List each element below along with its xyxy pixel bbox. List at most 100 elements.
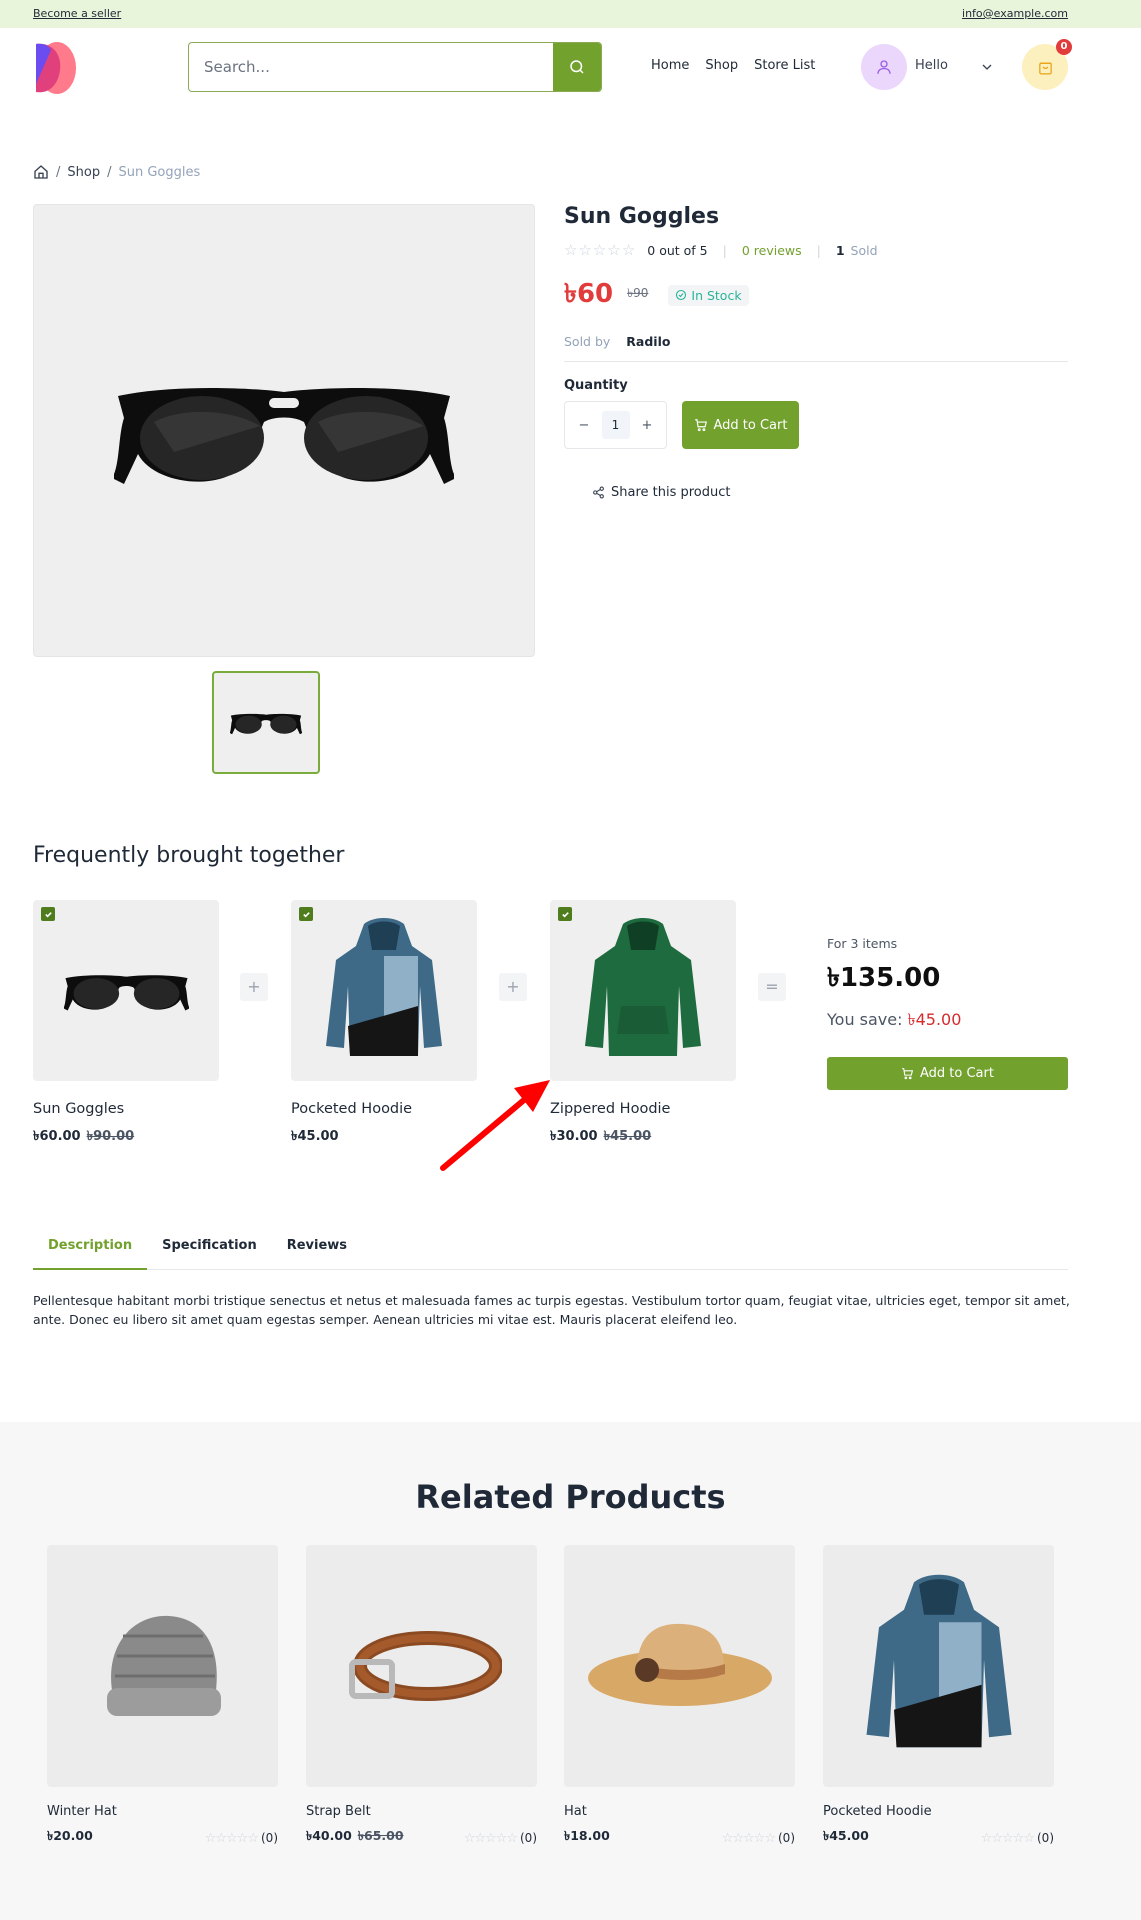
share-label: Share this product — [611, 485, 731, 500]
fbt-item[interactable]: Zippered Hoodie ৳30.00 ৳45.00 — [550, 900, 736, 1148]
seller-name[interactable]: Radilo — [626, 334, 670, 349]
product-title: Sun Goggles — [564, 204, 720, 229]
related-product-name[interactable]: Pocketed Hoodie — [823, 1804, 1054, 1819]
increase-button[interactable]: + — [638, 418, 656, 433]
fbt-item-image[interactable] — [550, 900, 736, 1081]
decrease-button[interactable]: − — [575, 418, 593, 433]
related-product-name[interactable]: Strap Belt — [306, 1804, 537, 1819]
related-product-image[interactable] — [47, 1545, 278, 1787]
sold-label: Sold — [850, 242, 878, 258]
user-avatar[interactable] — [861, 44, 907, 90]
related-product-card[interactable]: Pocketed Hoodie ৳45.00 ☆☆☆☆☆ (0) — [823, 1545, 1054, 1848]
current-price: ৳60 — [564, 279, 614, 309]
check-icon — [561, 911, 569, 917]
logo[interactable] — [30, 40, 80, 96]
cart-icon — [694, 419, 707, 432]
hoodie-image — [866, 1574, 1011, 1748]
fbt-item-checkbox[interactable] — [299, 907, 313, 921]
fbt-price-current: ৳45.00 — [291, 1129, 339, 1144]
related-products-title: Related Products — [415, 1478, 726, 1516]
breadcrumb-shop[interactable]: Shop — [67, 165, 100, 180]
become-seller-link[interactable]: Become a seller — [33, 7, 121, 20]
tab-specification[interactable]: Specification — [147, 1228, 272, 1269]
home-icon[interactable] — [33, 164, 49, 180]
related-product-image[interactable] — [306, 1545, 537, 1787]
fbt-item[interactable]: Sun Goggles ৳60.00 ৳90.00 — [33, 900, 219, 1148]
shopping-bag-icon — [1038, 62, 1052, 75]
related-product-rating: ☆☆☆☆☆ (0) — [981, 1831, 1054, 1846]
tab-reviews[interactable]: Reviews — [272, 1228, 362, 1269]
stock-badge: In Stock — [668, 284, 749, 306]
divider: | — [722, 242, 727, 258]
fbt-item-checkbox[interactable] — [41, 907, 55, 921]
user-icon — [877, 60, 891, 74]
fbt-item-image[interactable] — [291, 900, 477, 1081]
quantity-label: Quantity — [564, 378, 628, 393]
rating-stars: ☆ ☆ ☆ ☆ ☆ — [564, 241, 635, 259]
fbt-item-checkbox[interactable] — [558, 907, 572, 921]
add-to-cart-button[interactable]: Add to Cart — [682, 401, 799, 449]
fbt-item-image[interactable] — [33, 900, 219, 1081]
email-link[interactable]: info@example.com — [962, 7, 1068, 20]
star-empty-icon: ☆ — [621, 241, 636, 259]
fbt-total-price: ৳135.00 — [827, 963, 941, 993]
section-divider — [564, 361, 1068, 362]
breadcrumb-current: Sun Goggles — [118, 164, 201, 180]
check-circle-icon — [676, 289, 687, 301]
related-product-image[interactable] — [823, 1545, 1054, 1787]
product-thumbnail[interactable] — [212, 671, 320, 774]
sold-by: Sold by Radilo — [564, 334, 1068, 349]
fbt-add-to-cart-button[interactable]: Add to Cart — [827, 1057, 1068, 1090]
product-main-image[interactable] — [33, 204, 535, 657]
check-icon — [302, 911, 310, 917]
add-to-cart-label: Add to Cart — [713, 417, 788, 433]
plus-sign: + — [240, 973, 268, 1001]
breadcrumb-separator: / — [56, 164, 61, 180]
related-product-name[interactable]: Winter Hat — [47, 1804, 278, 1819]
product-description: Pellentesque habitant morbi tristique se… — [33, 1293, 1070, 1327]
related-product-rating: ☆☆☆☆☆ (0) — [722, 1831, 795, 1846]
nav-shop[interactable]: Shop — [705, 58, 738, 73]
related-product-name[interactable]: Hat — [564, 1804, 795, 1819]
fbt-summary: For 3 items ৳135.00 You save: ৳45.00 Add… — [827, 936, 1068, 1090]
share-product-button[interactable]: Share this product — [592, 485, 1068, 500]
reviews-link[interactable]: 0 reviews — [742, 243, 802, 258]
chevron-down-icon[interactable] — [982, 60, 992, 75]
share-icon — [593, 486, 604, 499]
user-greeting[interactable]: Hello — [915, 58, 948, 73]
related-product-meta: ৳40.00 ৳65.00 ☆☆☆☆☆ (0) — [306, 1828, 537, 1848]
fbt-price-current: ৳60.00 — [33, 1129, 81, 1144]
fbt-savings: You save: ৳45.00 — [827, 1007, 1068, 1034]
search-button[interactable] — [553, 43, 601, 91]
rating-stars-empty-icon: ☆☆☆☆☆ — [204, 1830, 259, 1846]
nav-home[interactable]: Home — [651, 58, 689, 73]
nav-store-list[interactable]: Store List — [754, 58, 815, 73]
sold-count: 1 — [835, 242, 845, 258]
fbt-item-count: For 3 items — [827, 936, 898, 951]
price-row: ৳60 ৳90 In Stock — [564, 273, 1068, 317]
review-count: (0) — [1037, 1831, 1054, 1845]
search-input[interactable] — [189, 43, 553, 91]
stock-status: In Stock — [691, 287, 742, 303]
strap-belt-image — [348, 1631, 502, 1701]
quantity-value[interactable]: 1 — [601, 411, 630, 439]
cart-count-badge: 0 — [1056, 39, 1072, 55]
related-product-card[interactable]: Winter Hat ৳20.00 ☆☆☆☆☆ (0) — [47, 1545, 278, 1848]
review-count: (0) — [261, 1831, 278, 1845]
fbt-item-name[interactable]: Zippered Hoodie — [550, 1101, 736, 1117]
search-icon — [570, 60, 584, 74]
fbt-item-name[interactable]: Sun Goggles — [33, 1101, 219, 1117]
fbt-price-current: ৳30.00 — [550, 1129, 598, 1144]
review-count: (0) — [778, 1831, 795, 1845]
related-product-image[interactable] — [564, 1545, 795, 1787]
related-product-price: ৳20.00 — [47, 1828, 93, 1848]
related-product-price: ৳40.00 ৳65.00 — [306, 1828, 404, 1848]
star-empty-icon: ☆ — [607, 241, 621, 259]
related-product-meta: ৳18.00 ☆☆☆☆☆ (0) — [564, 1828, 795, 1848]
rating-stars-empty-icon: ☆☆☆☆☆ — [463, 1830, 518, 1846]
fbt-save-value: ৳45.00 — [907, 1010, 962, 1029]
sold-by-label: Sold by — [564, 334, 611, 349]
tab-description[interactable]: Description — [33, 1228, 148, 1270]
related-product-card[interactable]: Hat ৳18.00 ☆☆☆☆☆ (0) — [564, 1545, 795, 1848]
related-product-card[interactable]: Strap Belt ৳40.00 ৳65.00 ☆☆☆☆☆ (0) — [306, 1545, 537, 1848]
